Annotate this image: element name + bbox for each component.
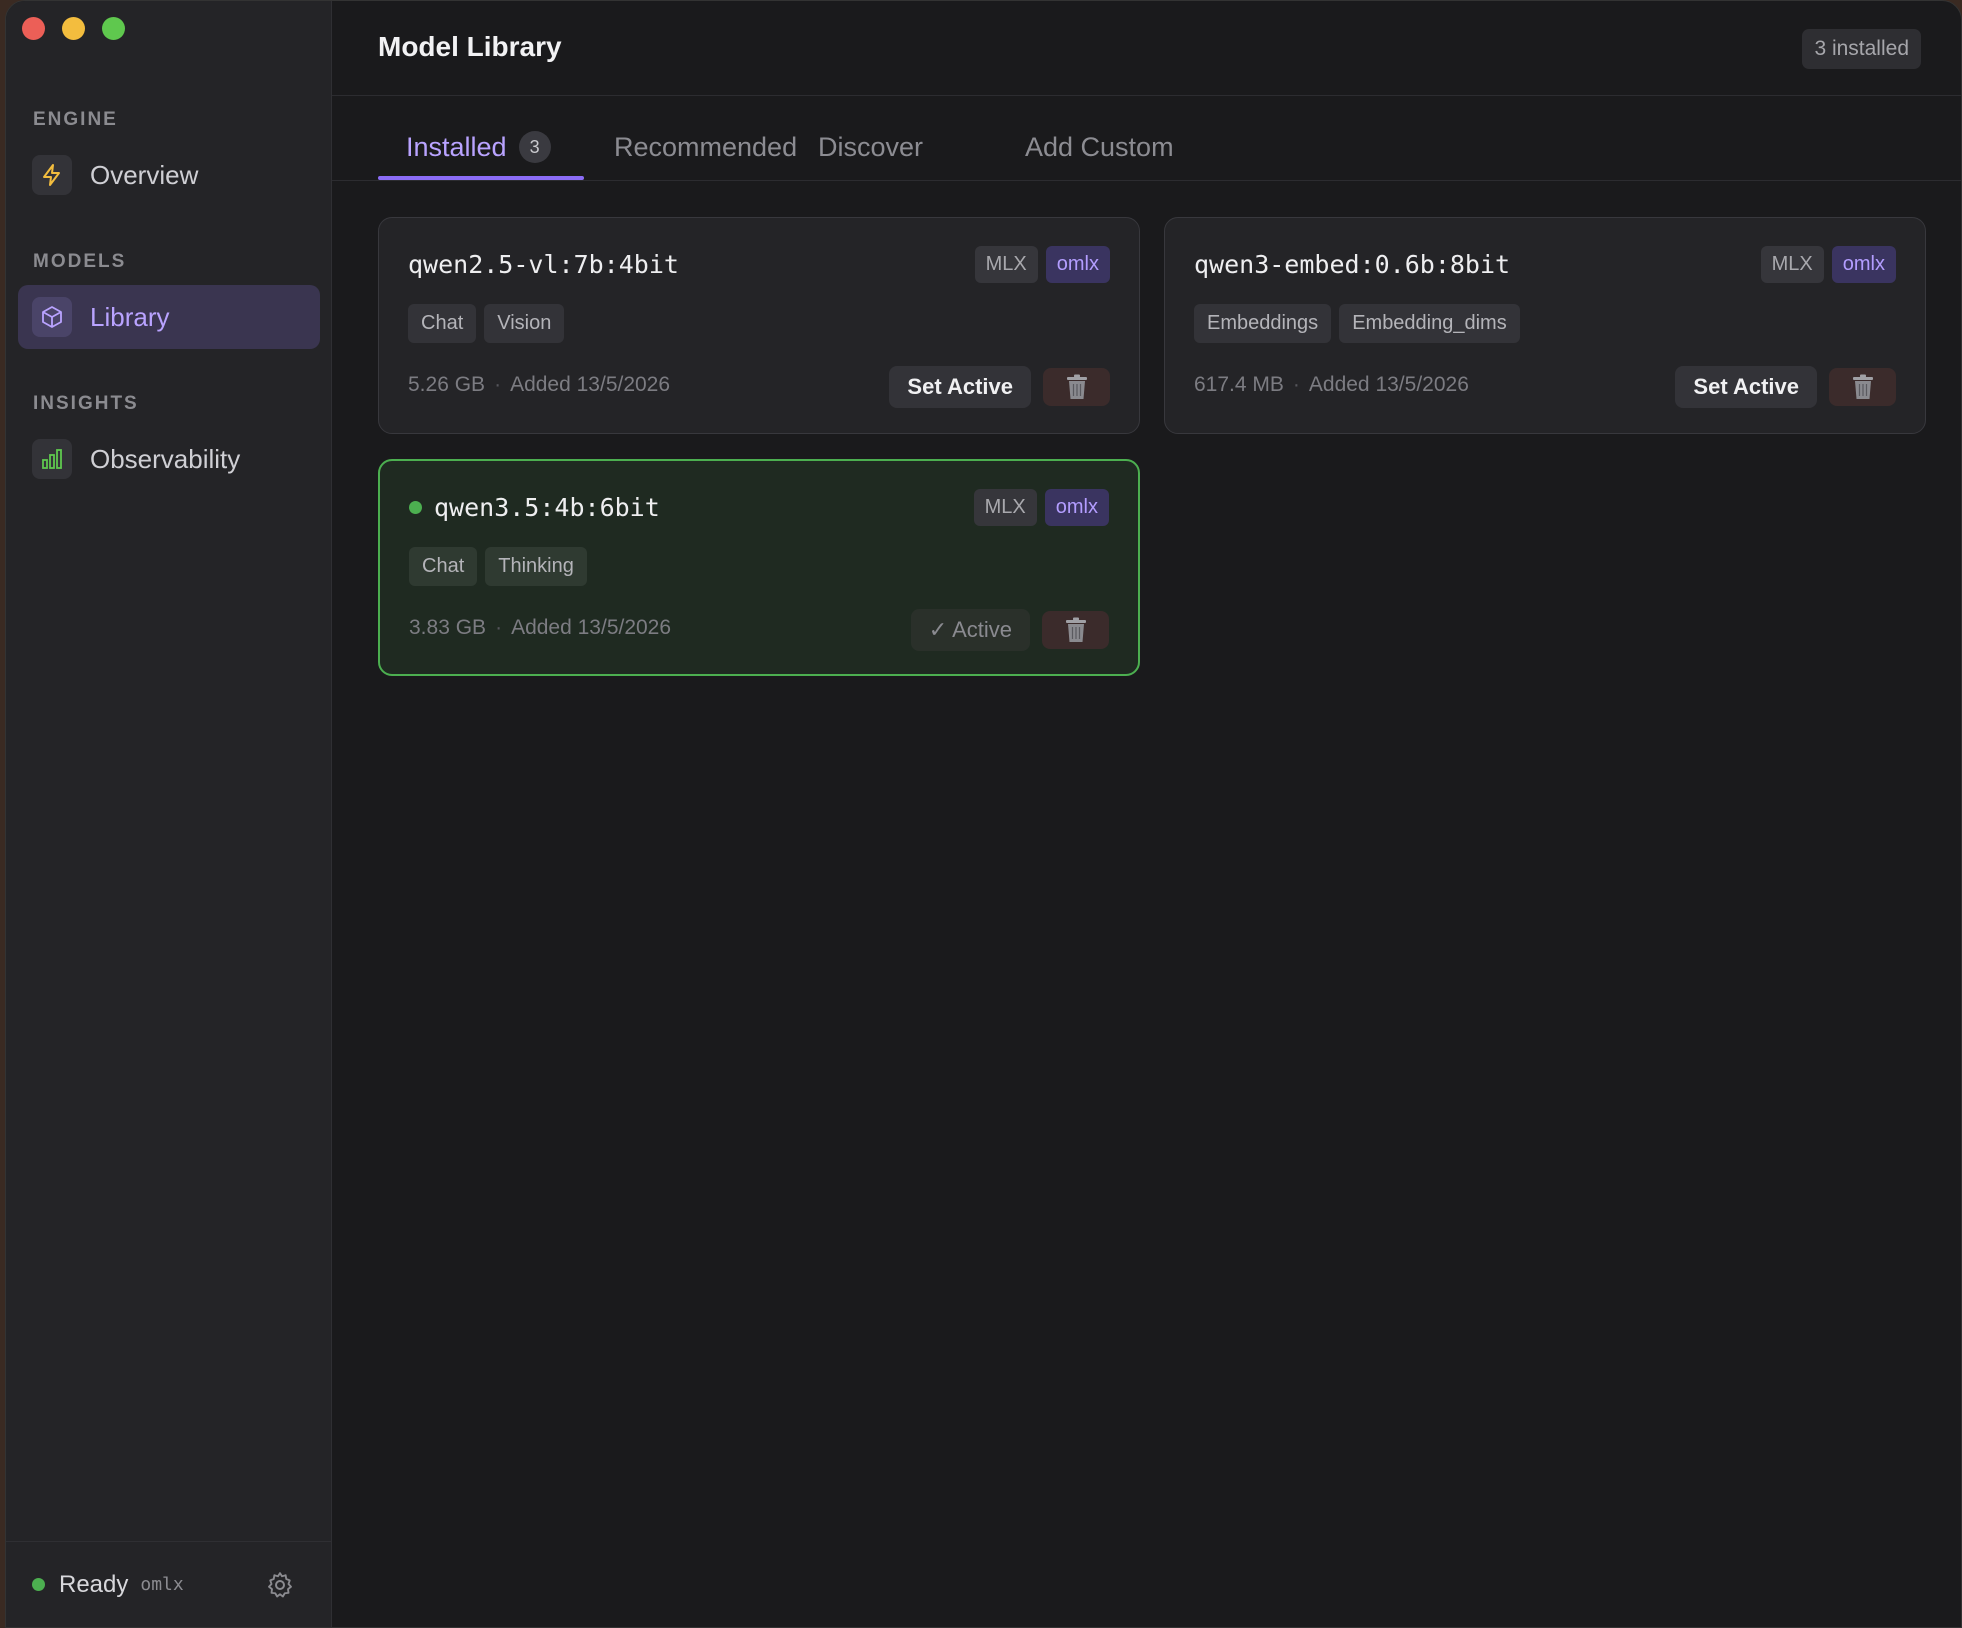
- tab-bar: Installed 3 Recommended Discover Add Cus…: [332, 97, 1961, 181]
- capability-tag: Vision: [484, 304, 565, 343]
- engine-badge: omlx: [1831, 246, 1896, 283]
- active-status-button: ✓ Active: [910, 609, 1030, 651]
- trash-icon: [1065, 617, 1086, 642]
- engine-badge: omlx: [1045, 246, 1110, 283]
- card-actions: Set Active: [1675, 366, 1896, 408]
- trash-icon: [1852, 374, 1873, 399]
- model-badges: MLX omlx: [973, 489, 1109, 526]
- section-label-engine: ENGINE: [33, 109, 118, 130]
- active-tab-indicator: [378, 176, 584, 180]
- delete-button[interactable]: [1829, 368, 1896, 406]
- set-active-button[interactable]: Set Active: [889, 366, 1031, 408]
- model-meta: 617.4 MB · Added 13/5/2026: [1194, 373, 1469, 397]
- format-badge: MLX: [974, 246, 1038, 283]
- capability-tag: Chat: [408, 304, 477, 343]
- minimize-window-button[interactable]: [62, 17, 85, 40]
- engine-badge: omlx: [1044, 489, 1109, 526]
- card-actions: ✓ Active: [910, 609, 1109, 651]
- maximize-window-button[interactable]: [102, 17, 125, 40]
- sidebar-item-label: Observability: [90, 443, 241, 474]
- model-name: qwen3.5:4b:6bit: [409, 493, 660, 522]
- capability-tag: Embedding_dims: [1339, 304, 1520, 343]
- close-window-button[interactable]: [22, 17, 45, 40]
- model-badges: MLX omlx: [1760, 246, 1896, 283]
- active-indicator: [409, 501, 422, 514]
- sidebar-item-library[interactable]: Library: [18, 285, 320, 349]
- capability-tag: Chat: [409, 547, 478, 586]
- capability-tags: Embeddings Embedding_dims: [1194, 304, 1520, 343]
- sidebar-item-observability[interactable]: Observability: [18, 427, 320, 491]
- model-added-date: Added 13/5/2026: [511, 616, 672, 639]
- status-bar: Ready omlx: [6, 1541, 331, 1627]
- model-added-date: Added 13/5/2026: [510, 373, 671, 396]
- page-title: Model Library: [378, 31, 562, 62]
- trash-icon: [1066, 374, 1087, 399]
- model-card: qwen3-embed:0.6b:8bit MLX omlx Embedding…: [1164, 217, 1926, 434]
- model-card-active: qwen3.5:4b:6bit MLX omlx Chat Thinking 3…: [378, 459, 1140, 676]
- capability-tags: Chat Vision: [408, 304, 565, 343]
- capability-tags: Chat Thinking: [409, 547, 587, 586]
- model-name: qwen3-embed:0.6b:8bit: [1194, 250, 1511, 279]
- model-badges: MLX omlx: [974, 246, 1110, 283]
- sidebar-item-label: Library: [90, 301, 170, 332]
- lightning-icon: [32, 155, 72, 195]
- delete-button[interactable]: [1043, 368, 1110, 406]
- status-text: Ready: [59, 1570, 129, 1598]
- sidebar-item-overview[interactable]: Overview: [18, 143, 320, 207]
- model-size: 3.83 GB: [409, 616, 487, 639]
- meta-separator: ·: [494, 373, 502, 396]
- window-controls: [22, 17, 125, 40]
- model-name-text: qwen3.5:4b:6bit: [434, 493, 660, 522]
- main-content: Model Library 3 installed Installed 3 Re…: [332, 1, 1961, 1627]
- model-size: 617.4 MB: [1194, 373, 1284, 396]
- model-name: qwen2.5-vl:7b:4bit: [408, 250, 679, 279]
- bar-chart-icon: [32, 439, 72, 479]
- tab-count-badge: 3: [518, 131, 551, 163]
- meta-separator: ·: [495, 616, 503, 639]
- tab-add-custom[interactable]: Add Custom: [1025, 129, 1174, 165]
- tab-divider: [332, 180, 1961, 181]
- status-engine: omlx: [140, 1574, 184, 1595]
- capability-tag: Thinking: [485, 547, 587, 586]
- model-meta: 5.26 GB · Added 13/5/2026: [408, 373, 670, 397]
- installed-count-badge: 3 installed: [1802, 29, 1921, 69]
- delete-button[interactable]: [1042, 611, 1109, 649]
- capability-tag: Embeddings: [1194, 304, 1332, 343]
- tab-discover[interactable]: Discover: [818, 129, 923, 165]
- sidebar-item-label: Overview: [90, 159, 199, 190]
- meta-separator: ·: [1292, 373, 1300, 396]
- model-meta: 3.83 GB · Added 13/5/2026: [409, 616, 671, 640]
- status-indicator: [32, 1578, 45, 1591]
- card-actions: Set Active: [889, 366, 1110, 408]
- app-window: ENGINE Overview MODELS Library INSIGHTS …: [5, 0, 1962, 1628]
- format-badge: MLX: [1760, 246, 1824, 283]
- model-card: qwen2.5-vl:7b:4bit MLX omlx Chat Vision …: [378, 217, 1140, 434]
- sidebar: ENGINE Overview MODELS Library INSIGHTS …: [6, 1, 332, 1627]
- model-size: 5.26 GB: [408, 373, 486, 396]
- model-added-date: Added 13/5/2026: [1308, 373, 1469, 396]
- tab-label: Installed: [406, 131, 507, 162]
- cube-icon: [32, 297, 72, 337]
- section-label-insights: INSIGHTS: [33, 393, 139, 414]
- tab-recommended[interactable]: Recommended: [614, 129, 797, 165]
- header: Model Library 3 installed: [332, 1, 1961, 96]
- set-active-button[interactable]: Set Active: [1675, 366, 1817, 408]
- gear-icon[interactable]: [265, 1570, 295, 1605]
- format-badge: MLX: [973, 489, 1037, 526]
- tab-installed[interactable]: Installed 3: [406, 129, 551, 165]
- section-label-models: MODELS: [33, 251, 127, 272]
